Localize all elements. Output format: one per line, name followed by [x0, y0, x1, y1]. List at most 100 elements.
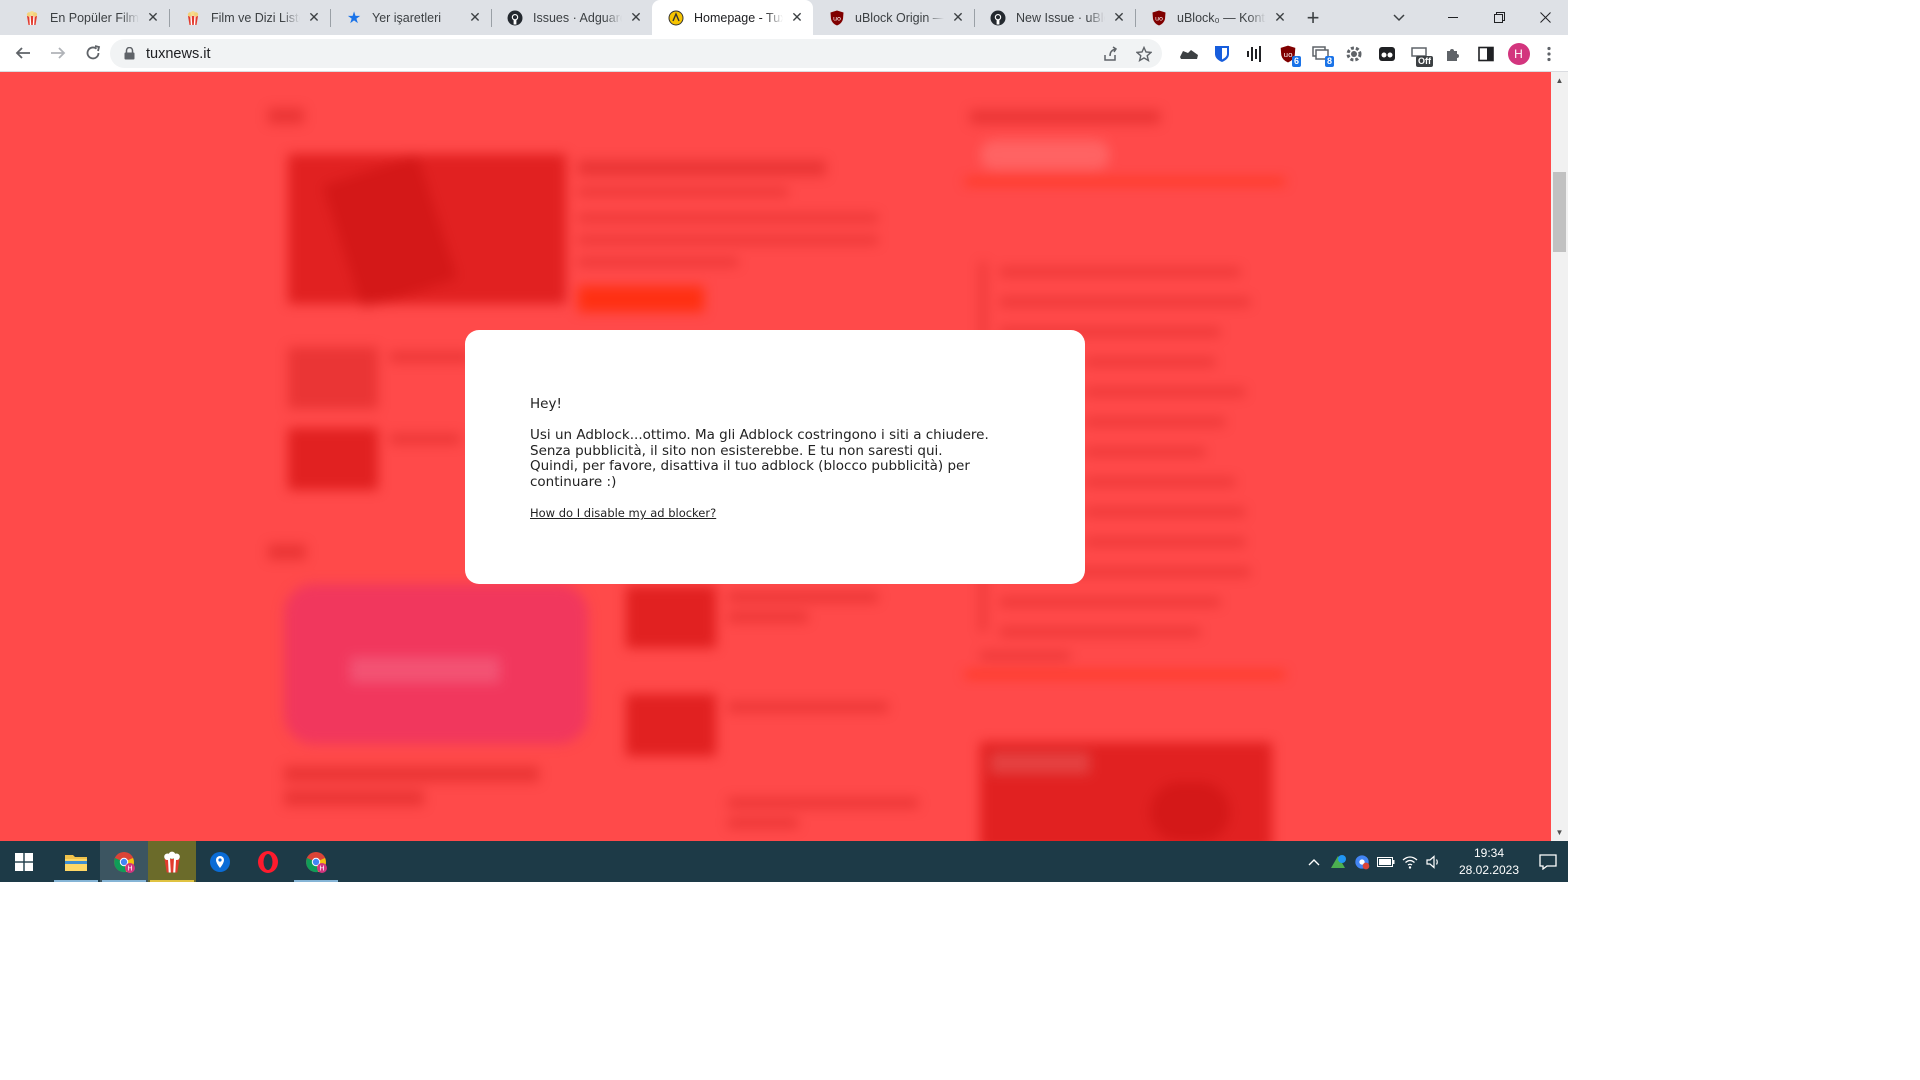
svg-text:H: H [127, 864, 132, 872]
modal-line: continuare :) [530, 473, 617, 490]
volume-icon[interactable] [1422, 841, 1446, 882]
puzzle-icon[interactable] [1436, 37, 1469, 70]
disable-adblocker-help-link[interactable]: How do I disable my ad blocker? [530, 506, 716, 520]
lock-icon[interactable] [124, 47, 136, 61]
close-icon[interactable]: ✕ [467, 9, 483, 26]
close-icon[interactable]: ✕ [628, 9, 644, 26]
page-scrollbar[interactable]: ▲ ▼ [1551, 72, 1568, 841]
scrollbar-thumb[interactable] [1553, 172, 1566, 252]
window-controls [1430, 0, 1568, 35]
profile-avatar[interactable]: H [1502, 37, 1535, 70]
tab-title: Issues · AdguardTeam [533, 10, 622, 25]
close-icon[interactable]: ✕ [145, 9, 161, 26]
close-icon[interactable]: ✕ [306, 9, 322, 26]
tab-title: uBlock₀ — Kontrol Paneli [1177, 10, 1266, 25]
tab-title: Homepage - TuxNews [694, 10, 783, 25]
notification-center-icon[interactable] [1528, 841, 1568, 882]
reload-button[interactable] [76, 37, 109, 70]
kebab-menu-icon[interactable] [1535, 37, 1563, 70]
tab-5[interactable]: uo uBlock Origin — Statistics ✕ [813, 0, 974, 35]
tab-strip: En Popüler Film Listesi ✕ Film ve Dizi L… [0, 0, 1568, 35]
url-text[interactable]: tuxnews.it [146, 46, 210, 62]
ublock-extension-icon[interactable]: uo 6 [1271, 37, 1304, 70]
github-icon [507, 10, 523, 26]
modal-greeting: Hey! [530, 396, 562, 412]
side-panel-icon[interactable] [1469, 37, 1502, 70]
close-icon[interactable]: ✕ [1111, 9, 1127, 26]
tab-1[interactable]: Film ve Dizi Listeleri ✕ [169, 0, 330, 35]
popcorn-app-icon[interactable] [148, 841, 196, 882]
tab-title: Yer işaretleri [372, 10, 442, 25]
minimize-button[interactable] [1430, 0, 1476, 35]
maps-app-icon[interactable] [196, 841, 244, 882]
windows-start-icon[interactable] [0, 841, 48, 882]
tab-7[interactable]: uo uBlock₀ — Kontrol Paneli ✕ [1135, 0, 1296, 35]
ublock-icon: uo [1151, 10, 1167, 26]
github-icon [990, 10, 1006, 26]
battery-icon[interactable] [1374, 841, 1398, 882]
tabs-badge: 8 [1324, 56, 1334, 67]
bitwarden-icon[interactable] [1205, 37, 1238, 70]
modal-line: Usi un Adblock...ottimo. Ma gli Adblock … [530, 427, 989, 443]
system-clock[interactable]: 19:34 28.02.2023 [1450, 845, 1528, 879]
clock-date: 28.02.2023 [1458, 862, 1520, 877]
wifi-icon[interactable] [1398, 841, 1422, 882]
tab-6[interactable]: New Issue · uBlockOrigin ✕ [974, 0, 1135, 35]
avatar: H [1507, 42, 1530, 65]
network-status-icon[interactable] [1326, 841, 1350, 882]
windows-taskbar: H H 19:34 28.02.2023 [0, 841, 1568, 882]
off-badge: Off [1416, 56, 1433, 67]
scroll-up-arrow-icon[interactable]: ▲ [1551, 72, 1568, 89]
tab-title: En Popüler Film Listesi [50, 10, 139, 25]
chevron-up-icon[interactable] [1302, 841, 1326, 882]
tab-title: Film ve Dizi Listeleri [211, 10, 300, 25]
close-icon[interactable]: ✕ [1272, 9, 1288, 26]
file-explorer-icon[interactable] [52, 841, 100, 882]
browser-toolbar: tuxnews.it uo 6 8 Off H [0, 35, 1568, 72]
star-icon: ★ [346, 9, 362, 27]
tab-title: uBlock Origin — Statistics [855, 10, 944, 25]
tab-2[interactable]: ★ Yer işaretleri ✕ [330, 0, 491, 35]
ublock-badge: 6 [1291, 56, 1301, 67]
modal-message: Usi un Adblock...ottimo. Ma gli Adblock … [530, 427, 1020, 490]
shoe-extension-icon[interactable] [1172, 37, 1205, 70]
share-icon[interactable] [1100, 44, 1120, 64]
chrome-profile-icon[interactable]: H [100, 841, 148, 882]
page-viewport: Hey! Usi un Adblock...ottimo. Ma gli Adb… [0, 72, 1551, 841]
ublock-icon: uo [829, 10, 845, 26]
popcorn-icon [185, 10, 201, 26]
tab-0[interactable]: En Popüler Film Listesi ✕ [8, 0, 169, 35]
tab-4-active[interactable]: Homepage - TuxNews ✕ [652, 0, 813, 35]
extensions-row: uo 6 8 Off H [1172, 35, 1563, 72]
svg-text:uo: uo [1155, 14, 1163, 22]
system-tray: 19:34 28.02.2023 [1302, 841, 1568, 882]
restore-button[interactable] [1476, 0, 1522, 35]
tuxnews-icon [668, 10, 684, 26]
new-tab-button[interactable]: + [1296, 0, 1330, 35]
forward-button[interactable] [41, 37, 74, 70]
svg-text:uo: uo [833, 14, 841, 22]
modal-line: Senza pubblicità, il sito non esisterebb… [530, 442, 943, 459]
opera-icon[interactable] [244, 841, 292, 882]
tab-manager-icon[interactable]: 8 [1304, 37, 1337, 70]
clock-time: 19:34 [1473, 845, 1505, 860]
popcorn-icon [24, 10, 40, 26]
bookmark-star-icon[interactable] [1134, 44, 1154, 64]
modal-line: Quindi, per favore, disattiva il tuo adb… [530, 458, 970, 474]
chrome-tray-icon[interactable] [1350, 841, 1374, 882]
back-button[interactable] [6, 37, 39, 70]
close-icon[interactable]: ✕ [950, 9, 966, 26]
glasses-extension-icon[interactable] [1370, 37, 1403, 70]
chrome-profile-icon-2[interactable]: H [292, 841, 340, 882]
scroll-down-arrow-icon[interactable]: ▼ [1551, 824, 1568, 841]
close-icon[interactable]: ✕ [789, 9, 805, 26]
off-extension-icon[interactable]: Off [1403, 37, 1436, 70]
chevron-down-icon[interactable] [1382, 0, 1416, 35]
gear-extension-icon[interactable] [1337, 37, 1370, 70]
address-bar[interactable]: tuxnews.it [110, 39, 1162, 68]
close-window-button[interactable] [1522, 0, 1568, 35]
adblock-modal: Hey! Usi un Adblock...ottimo. Ma gli Adb… [465, 330, 1085, 584]
audio-bars-icon[interactable] [1238, 37, 1271, 70]
tab-3[interactable]: Issues · AdguardTeam ✕ [491, 0, 652, 35]
tab-title: New Issue · uBlockOrigin [1016, 10, 1105, 25]
